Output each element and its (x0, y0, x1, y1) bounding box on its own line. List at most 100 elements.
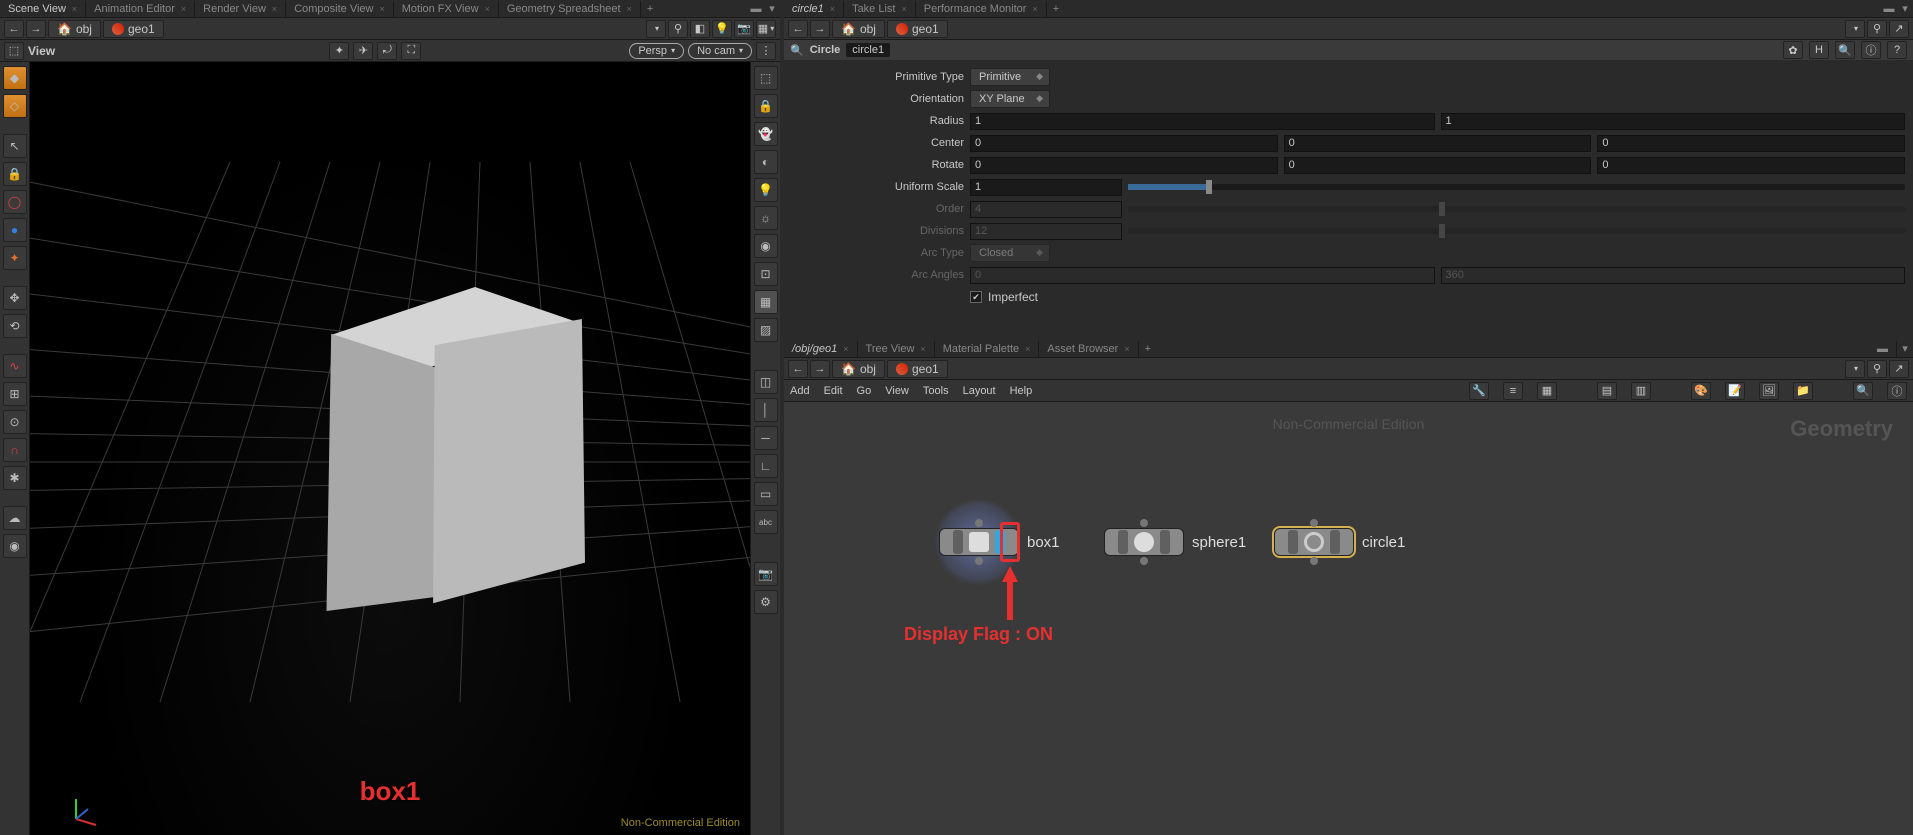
disp-sel-vis[interactable]: ⬚ (754, 66, 778, 90)
net-pane-max[interactable]: ▬ (1869, 341, 1897, 357)
radius-x[interactable] (970, 113, 1435, 130)
tab-scene-view[interactable]: Scene View× (0, 1, 86, 17)
tab-circle1[interactable]: circle1× (784, 1, 844, 17)
tool-lasso[interactable]: ◯ (3, 190, 27, 214)
disp-shade[interactable]: ◐ (754, 150, 778, 174)
net-tool-a[interactable]: ▤ (1597, 382, 1617, 400)
network-canvas[interactable]: Non-Commercial Edition Geometry box1 sph… (784, 402, 1913, 835)
menu-tools[interactable]: Tools (923, 385, 949, 397)
menu-edit[interactable]: Edit (824, 385, 843, 397)
n-path-dd[interactable] (1845, 360, 1865, 378)
tab-takelist[interactable]: Take List× (844, 1, 916, 17)
menu-layout[interactable]: Layout (963, 385, 996, 397)
nav-fwd-icon[interactable]: → (26, 20, 46, 38)
h-icon[interactable]: H (1809, 41, 1829, 59)
tab-motion-fx[interactable]: Motion FX View× (394, 1, 499, 17)
disp-text[interactable]: abc (754, 510, 778, 534)
node-name-field[interactable]: circle1 (846, 43, 890, 57)
menu-add[interactable]: Add (790, 385, 810, 397)
vp-display-opts[interactable]: ⋮ (756, 42, 776, 60)
n-nav-fwd[interactable]: → (810, 360, 830, 378)
primtype-select[interactable]: Primitive (970, 68, 1050, 86)
net-tool-note[interactable]: 📝 (1725, 382, 1745, 400)
tool-brush[interactable]: ✦ (3, 246, 27, 270)
imperfect-check[interactable]: ✔ (970, 291, 982, 303)
disp-bg[interactable]: ▨ (754, 318, 778, 342)
p-nav-fwd[interactable]: → (810, 20, 830, 38)
disp-grid[interactable]: ▦ (754, 290, 778, 314)
tool-rotate[interactable]: ⟲ (3, 314, 27, 338)
render-dd[interactable]: ▦ (756, 20, 776, 38)
n-path-obj[interactable]: 🏠obj (832, 360, 885, 378)
p-nav-back[interactable]: ← (788, 20, 808, 38)
tab-objgeo1[interactable]: /obj/geo1× (784, 341, 858, 357)
tab-composite-view[interactable]: Composite View× (286, 1, 394, 17)
uscale-field[interactable] (970, 179, 1122, 196)
disp-angle[interactable]: ∟ (754, 454, 778, 478)
net-pane-menu[interactable]: ▾ (1897, 342, 1913, 355)
add-param-tab[interactable]: + (1047, 3, 1065, 15)
disp-ortho[interactable]: │ (754, 398, 778, 422)
pane-maximize[interactable]: ▬ (748, 3, 764, 15)
net-tool-palette[interactable]: 🎨 (1691, 382, 1711, 400)
camera-persp[interactable]: Persp (629, 43, 684, 59)
tab-matpalette[interactable]: Material Palette× (935, 341, 1040, 357)
node-search-icon[interactable]: 🔍 (790, 44, 804, 57)
center-z[interactable] (1597, 135, 1905, 152)
pin-icon[interactable]: ⚲ (668, 20, 688, 38)
rotate-y[interactable] (1284, 157, 1592, 174)
net-tool-wrench[interactable]: 🔧 (1469, 382, 1489, 400)
net-info-icon[interactable]: ⓘ (1887, 382, 1907, 400)
n-nav-back[interactable]: ← (788, 360, 808, 378)
info-icon[interactable]: ⓘ (1861, 41, 1881, 59)
center-x[interactable] (970, 135, 1278, 152)
tool-select-obj[interactable]: ◆ (3, 66, 27, 90)
help-icon[interactable]: ? (1887, 41, 1907, 59)
tool-snap-point[interactable]: ⊙ (3, 410, 27, 434)
p-path-obj[interactable]: 🏠obj (832, 20, 885, 38)
disp-material[interactable]: ◉ (754, 234, 778, 258)
tab-assetbrowser[interactable]: Asset Browser× (1039, 341, 1138, 357)
menu-view[interactable]: View (885, 385, 909, 397)
p-path-geo1[interactable]: geo1 (887, 20, 948, 38)
tool-snap-multi[interactable]: ✱ (3, 466, 27, 490)
net-find-icon[interactable]: 🔍 (1853, 382, 1873, 400)
disp-bulb2[interactable]: ☼ (754, 206, 778, 230)
tool-render[interactable]: ◉ (3, 534, 27, 558)
tool-arrow[interactable]: ↖ (3, 134, 27, 158)
center-y[interactable] (1284, 135, 1592, 152)
menu-help[interactable]: Help (1010, 385, 1033, 397)
menu-go[interactable]: Go (857, 385, 872, 397)
vp-tool-3[interactable]: ⤾ (377, 42, 397, 60)
viewport[interactable]: ◆ ◇ ↖ 🔒 ◯ ● ✦ ✥ ⟲ ∿ ⊞ ⊙ ∩ ✱ ☁ ◉ (0, 62, 780, 835)
n-ext[interactable]: ↗ (1889, 360, 1909, 378)
gear-icon[interactable]: ✿ (1783, 41, 1803, 59)
tab-animation-editor[interactable]: Animation Editor× (86, 1, 195, 17)
lights-icon[interactable]: 💡 (712, 20, 732, 38)
param-pane-max[interactable]: ▬ (1881, 3, 1897, 15)
tab-geo-spreadsheet[interactable]: Geometry Spreadsheet× (499, 1, 641, 17)
zoom-icon[interactable]: 🔍 (1835, 41, 1855, 59)
disp-lock-icon[interactable]: 🔒 (754, 94, 778, 118)
tab-render-view[interactable]: Render View× (195, 1, 286, 17)
disp-snapshot[interactable]: 📷 (754, 562, 778, 586)
disp-options[interactable]: ⚙ (754, 590, 778, 614)
add-tab[interactable]: + (641, 3, 659, 15)
disp-light[interactable]: 💡 (754, 178, 778, 202)
p-pin[interactable]: ⚲ (1867, 20, 1887, 38)
camera-icon[interactable]: 📷 (734, 20, 754, 38)
p-ext[interactable]: ↗ (1889, 20, 1909, 38)
disp-cplane[interactable]: ◫ (754, 370, 778, 394)
n-path-geo1[interactable]: geo1 (887, 360, 948, 378)
net-tool-img[interactable]: 🖼 (1759, 382, 1779, 400)
vp-tool-1[interactable]: ✦ (329, 42, 349, 60)
add-net-tab[interactable]: + (1139, 343, 1157, 355)
disp-safe[interactable]: ▭ (754, 482, 778, 506)
disp-ruler[interactable]: ─ (754, 426, 778, 450)
net-tool-folder[interactable]: 📁 (1793, 382, 1813, 400)
tool-cloud[interactable]: ☁ (3, 506, 27, 530)
path-dropdown[interactable] (646, 20, 666, 38)
vp-tool-2[interactable]: ✈ (353, 42, 373, 60)
net-tool-b[interactable]: ▥ (1631, 382, 1651, 400)
rotate-z[interactable] (1597, 157, 1905, 174)
